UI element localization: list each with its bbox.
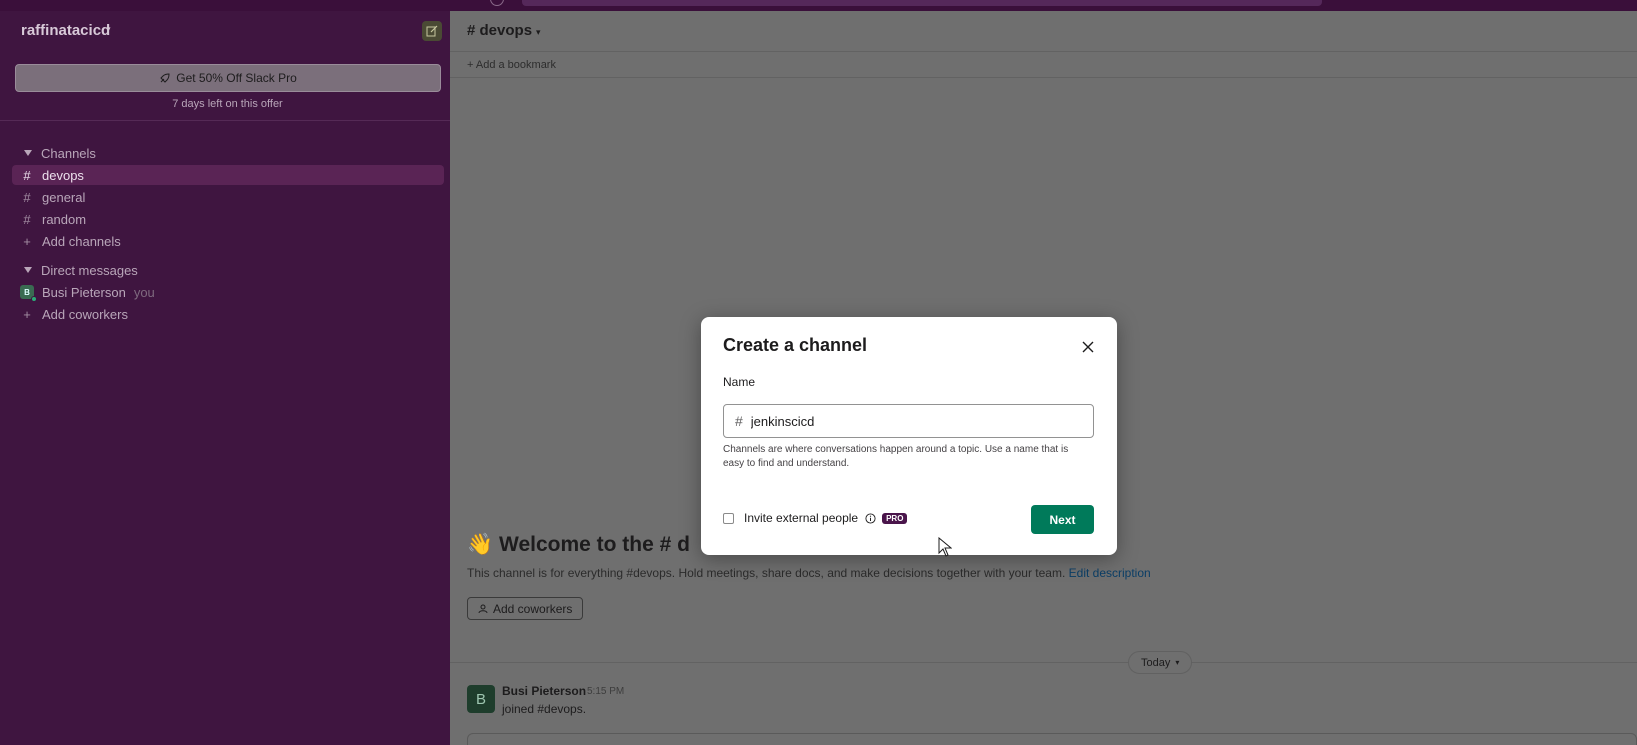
create-channel-dialog: Create a channel Name # Channels are whe… bbox=[701, 317, 1117, 555]
plus-icon: + bbox=[23, 233, 31, 249]
sidebar-item-label: devops bbox=[42, 167, 84, 183]
add-bookmark-label: Add a bookmark bbox=[475, 59, 556, 71]
person-icon bbox=[478, 604, 488, 613]
dialog-title: Create a channel bbox=[723, 335, 868, 355]
presence-icon bbox=[31, 296, 37, 302]
caret-down-icon bbox=[24, 267, 32, 273]
avatar: B bbox=[20, 285, 37, 302]
upgrade-promo-button[interactable]: Get 50% Off Slack Pro bbox=[15, 64, 441, 92]
dm-user-name: Busi Pieterson bbox=[42, 284, 126, 300]
rocket-icon bbox=[160, 72, 170, 83]
add-bookmark-button[interactable]: + Add a bookmark bbox=[467, 59, 556, 71]
close-icon bbox=[1082, 341, 1094, 353]
hash-icon: # bbox=[23, 189, 31, 205]
close-button[interactable] bbox=[1078, 337, 1098, 357]
promo-countdown: 7 days left on this offer bbox=[172, 98, 283, 110]
channel-title-button[interactable]: # devops ▾ bbox=[467, 22, 541, 39]
hash-icon: # bbox=[735, 413, 743, 429]
upgrade-promo-label: Get 50% Off Slack Pro bbox=[176, 71, 297, 85]
add-coworkers-button[interactable]: + Add coworkers bbox=[12, 304, 444, 324]
day-divider-label: Today bbox=[1141, 656, 1171, 669]
sidebar-item-general[interactable]: # general bbox=[12, 187, 444, 207]
channel-name: devops bbox=[479, 22, 533, 39]
plus-icon: + bbox=[23, 306, 31, 322]
next-button[interactable]: Next bbox=[1031, 505, 1094, 534]
invite-external-checkbox[interactable] bbox=[723, 512, 734, 524]
add-channels-button[interactable]: + Add channels bbox=[12, 231, 444, 251]
channel-description: This channel is for everything #devops. … bbox=[467, 566, 1066, 580]
invite-external-label[interactable]: Invite external people bbox=[744, 511, 858, 525]
divider bbox=[0, 120, 450, 121]
add-coworkers-channel-button[interactable]: Add coworkers bbox=[467, 597, 584, 620]
avatar-initial: B bbox=[24, 287, 30, 297]
history-icon[interactable] bbox=[490, 0, 504, 6]
add-coworkers-channel-label: Add coworkers bbox=[493, 601, 573, 616]
hash-icon: # bbox=[23, 167, 31, 183]
workspace-name[interactable]: raffinatacicd bbox=[21, 22, 110, 39]
add-channels-label: Add channels bbox=[42, 233, 121, 249]
edit-description-link[interactable]: Edit description bbox=[1069, 566, 1151, 580]
name-label: Name bbox=[723, 375, 756, 389]
invite-external-option: Invite external people PRO bbox=[723, 510, 908, 526]
channels-section-label: Channels bbox=[41, 145, 96, 161]
new-message-button[interactable] bbox=[422, 21, 442, 41]
channel-name-input[interactable] bbox=[750, 413, 1071, 429]
caret-down-icon bbox=[24, 150, 32, 156]
waving-hand-icon: 👋 bbox=[467, 533, 494, 556]
mouse-cursor-icon bbox=[938, 537, 952, 557]
sidebar: raffinatacicd ▾ Get 50% Off Slack Pro 7 … bbox=[0, 11, 450, 745]
bookmark-bar: + Add a bookmark bbox=[450, 51, 1637, 78]
message-author[interactable]: Busi Pieterson bbox=[502, 684, 586, 698]
add-coworkers-label: Add coworkers bbox=[42, 306, 128, 322]
welcome-heading: 👋 Welcome to the # d bbox=[467, 533, 690, 557]
sidebar-item-label: random bbox=[42, 211, 87, 227]
chevron-down-icon: ▾ bbox=[1175, 658, 1180, 667]
info-icon[interactable] bbox=[865, 512, 876, 524]
sidebar-item-dm-busi[interactable]: B Busi Pieterson you bbox=[12, 282, 444, 302]
search-bar[interactable] bbox=[522, 0, 1322, 6]
avatar[interactable]: B bbox=[467, 685, 495, 713]
pro-badge: PRO bbox=[882, 512, 908, 524]
channel-name-field[interactable]: # bbox=[723, 404, 1094, 438]
plus-icon: + bbox=[467, 59, 476, 71]
sidebar-item-random[interactable]: # random bbox=[12, 209, 444, 229]
message-composer[interactable] bbox=[467, 733, 1637, 745]
hash-icon: # bbox=[467, 22, 480, 39]
message-text: joined #devops. bbox=[502, 702, 587, 716]
chevron-down-icon: ▾ bbox=[536, 27, 541, 37]
direct-messages-section-header[interactable]: Direct messages bbox=[24, 260, 138, 280]
hash-icon: # bbox=[23, 211, 31, 227]
day-divider-line bbox=[450, 662, 1637, 663]
welcome-description: This channel is for everything #devops. … bbox=[467, 566, 1151, 580]
you-tag: you bbox=[133, 284, 155, 300]
welcome-title: Welcome to the # d bbox=[499, 533, 690, 556]
name-hint: Channels are where conversations happen … bbox=[723, 444, 1069, 469]
channels-section-header[interactable]: Channels bbox=[24, 143, 96, 163]
chevron-down-icon: ▾ bbox=[106, 24, 111, 34]
sidebar-item-label: general bbox=[42, 189, 86, 205]
avatar-initial: B bbox=[475, 690, 486, 708]
compose-icon bbox=[426, 25, 438, 37]
channel-header: # devops ▾ bbox=[450, 11, 1637, 51]
workspace-header[interactable]: raffinatacicd ▾ bbox=[0, 11, 450, 51]
sidebar-item-devops[interactable]: # devops bbox=[12, 165, 444, 185]
message-timestamp[interactable]: 5:15 PM bbox=[587, 686, 624, 697]
title-bar bbox=[0, 0, 1637, 11]
direct-messages-section-label: Direct messages bbox=[41, 262, 138, 278]
day-divider-button[interactable]: Today ▾ bbox=[1128, 651, 1193, 674]
